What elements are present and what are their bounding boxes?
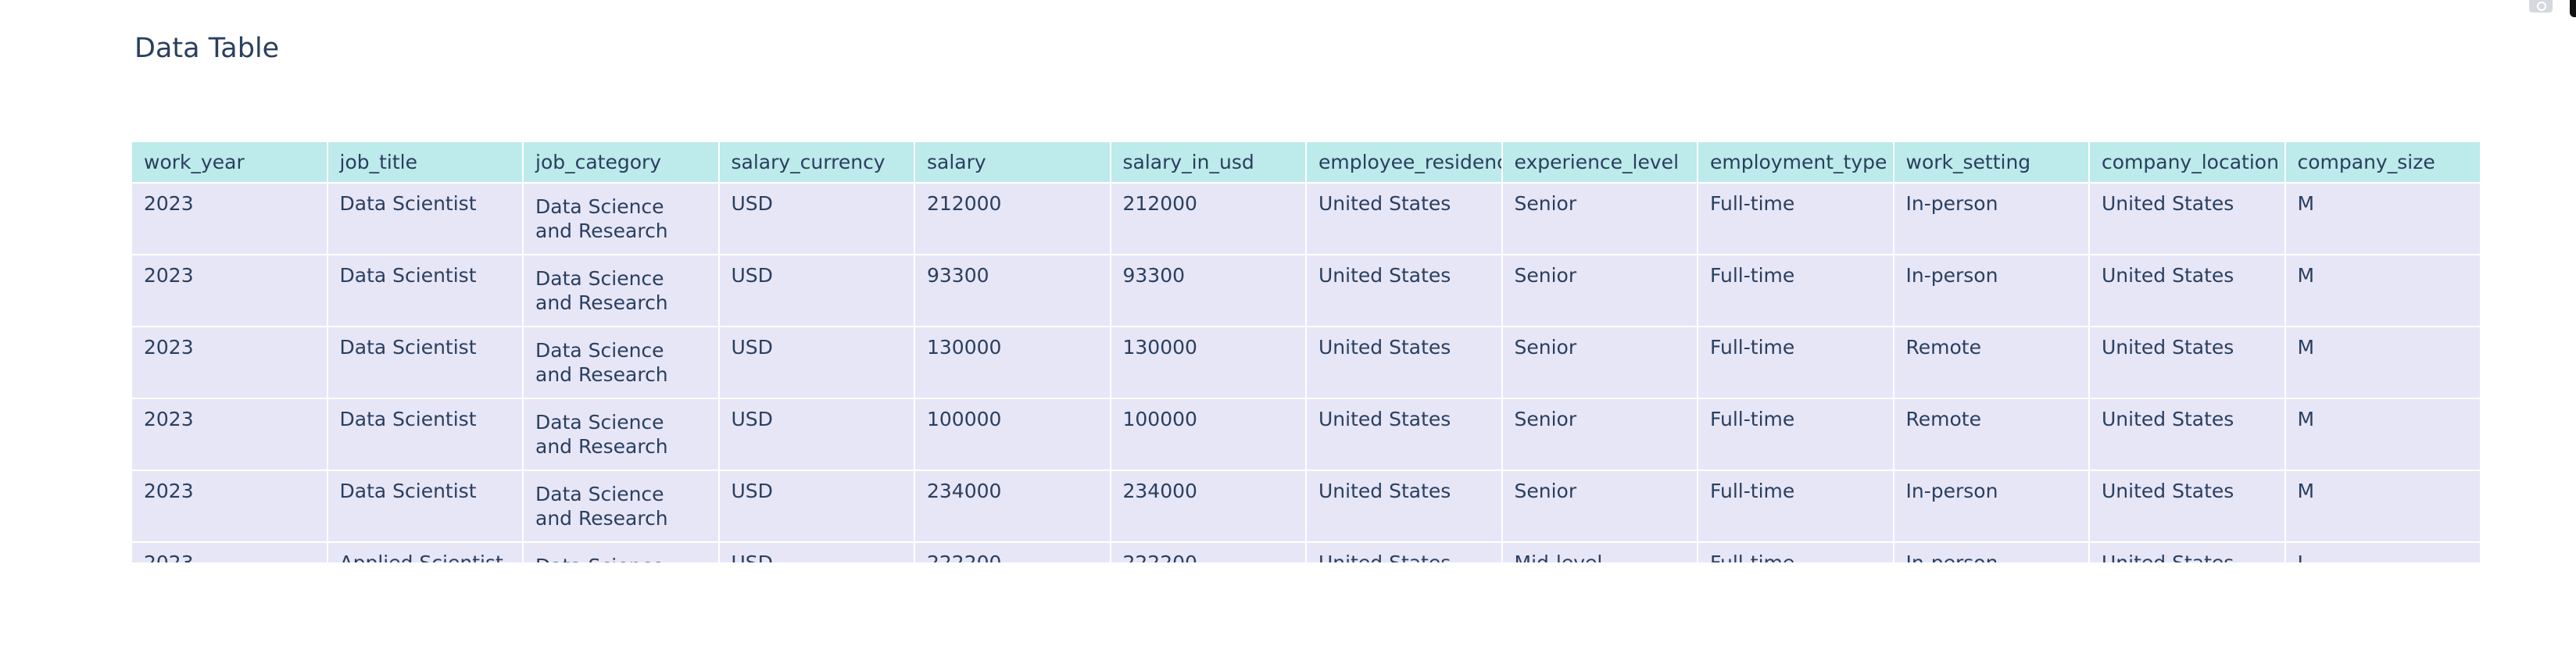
table-cell: 2023 <box>131 254 328 327</box>
table-cell: M <box>2284 182 2480 255</box>
table-cell: 2023 <box>131 398 328 471</box>
column-header: work_setting <box>1892 141 2090 184</box>
modebar <box>2513 0 2576 17</box>
table-cell: M <box>2284 398 2480 471</box>
table-cell: In-person <box>1892 541 2090 562</box>
table-cell: United States <box>1305 469 1503 543</box>
table-cell: 234000 <box>914 469 1111 543</box>
table-cell: United States <box>1305 182 1503 255</box>
data-table: work_year job_title job_category salary_cur… <box>131 141 2480 562</box>
table-cell: 212000 <box>914 182 1111 255</box>
column-header: job_title <box>326 141 524 184</box>
table-cell: 130000 <box>914 326 1111 399</box>
table-row: 2023 Data Scientist Data Science and Resea… <box>131 398 2480 471</box>
table-cell: United States <box>1305 541 1503 562</box>
table-row: 2023 Data Scientist Data Science and Resea… <box>131 182 2480 255</box>
table-cell: Data Science and Research <box>522 254 720 327</box>
table-cell: 212000 <box>1109 182 1307 255</box>
table-cell: USD <box>717 182 915 255</box>
camera-icon[interactable] <box>2529 0 2553 12</box>
column-header: company_size <box>2284 141 2480 184</box>
table-cell: 2023 <box>131 326 328 399</box>
table-cell: 2023 <box>131 541 328 562</box>
table-cell: 2023 <box>131 469 328 543</box>
table-cell: 2023 <box>131 182 328 255</box>
table-viewport[interactable]: work_year job_title job_category salary_cur… <box>131 141 2480 562</box>
table-cell: Data Scientist <box>326 182 524 255</box>
table-cell: United States <box>1305 326 1503 399</box>
table-figure: Data Table work_year job_title job_categor… <box>0 0 2576 664</box>
table-cell: 130000 <box>1109 326 1307 399</box>
table-cell: United States <box>2088 541 2286 562</box>
modebar-edge <box>2570 0 2576 17</box>
table-cell: 234000 <box>1109 469 1307 543</box>
table-cell: United States <box>2088 326 2286 399</box>
table-cell: Data Science and Research <box>522 469 720 543</box>
table-cell: In-person <box>1892 254 2090 327</box>
table-cell: USD <box>717 541 915 562</box>
table-cell: Senior <box>1501 469 1698 543</box>
table-row: 2023 Data Scientist Data Science and Resea… <box>131 326 2480 399</box>
table-cell: United States <box>2088 398 2286 471</box>
table-cell: Full-time <box>1697 326 1894 399</box>
header-row: work_year job_title job_category salary_cur… <box>131 141 2480 184</box>
column-header: experience_level <box>1501 141 1698 184</box>
column-header: salary <box>914 141 1111 184</box>
table-cell: M <box>2284 254 2480 327</box>
table-cell: 100000 <box>914 398 1111 471</box>
column-header: employment_type <box>1697 141 1894 184</box>
column-header: company_location <box>2088 141 2286 184</box>
table-cell: Data Scientist <box>326 254 524 327</box>
table-cell: M <box>2284 326 2480 399</box>
table-cell: USD <box>717 469 915 543</box>
table-cell: United States <box>2088 469 2286 543</box>
column-header: work_year <box>131 141 328 184</box>
column-header: salary_currency <box>717 141 915 184</box>
table-cell: 93300 <box>914 254 1111 327</box>
table-cell: 222200 <box>1109 541 1307 562</box>
table-cell: Senior <box>1501 326 1698 399</box>
table-cell: Mid-level <box>1501 541 1698 562</box>
table-cell: Applied Scientist <box>326 541 524 562</box>
table-cell: United States <box>2088 254 2286 327</box>
table-cell: M <box>2284 469 2480 543</box>
table-cell: USD <box>717 398 915 471</box>
table-body: 2023 Data Scientist Data Science and Resea… <box>131 182 2480 562</box>
column-header: job_category <box>522 141 720 184</box>
table-cell: Full-time <box>1697 541 1894 562</box>
table-cell: United States <box>2088 182 2286 255</box>
table-cell: Senior <box>1501 254 1698 327</box>
table-cell: Senior <box>1501 398 1698 471</box>
table-cell: In-person <box>1892 182 2090 255</box>
table-cell: USD <box>717 254 915 327</box>
table-cell: Full-time <box>1697 398 1894 471</box>
table-cell: 93300 <box>1109 254 1307 327</box>
column-header: employee_residence <box>1305 141 1503 184</box>
table-cell: United States <box>1305 398 1503 471</box>
table-cell: 100000 <box>1109 398 1307 471</box>
table-cell: Data Science and Research <box>522 326 720 399</box>
table-row: 2023Applied ScientistData Science and Re… <box>131 541 2480 562</box>
table-cell: USD <box>717 326 915 399</box>
chart-title: Data Table <box>134 33 280 64</box>
table-cell: Data Science and Research <box>522 398 720 471</box>
table-cell: Data Science and Research <box>522 182 720 255</box>
table-cell: Data Scientist <box>326 398 524 471</box>
table-row: 2023 Data Scientist Data Science and Resea… <box>131 469 2480 543</box>
table-cell: 222200 <box>914 541 1111 562</box>
table-cell: Full-time <box>1697 469 1894 543</box>
table-cell: Remote <box>1892 326 2090 399</box>
table-cell: Senior <box>1501 182 1698 255</box>
table-cell: Data Scientist <box>326 326 524 399</box>
table-cell: United States <box>1305 254 1503 327</box>
table-cell: Data Science and Research <box>522 541 720 562</box>
column-header: salary_in_usd <box>1109 141 1307 184</box>
table-cell: In-person <box>1892 469 2090 543</box>
table-cell: L <box>2284 541 2480 562</box>
table-cell: Data Scientist <box>326 469 524 543</box>
table-cell: Full-time <box>1697 182 1894 255</box>
table-cell: Full-time <box>1697 254 1894 327</box>
table-cell: Remote <box>1892 398 2090 471</box>
table-row: 2023 Data Scientist Data Science and Resea… <box>131 254 2480 327</box>
